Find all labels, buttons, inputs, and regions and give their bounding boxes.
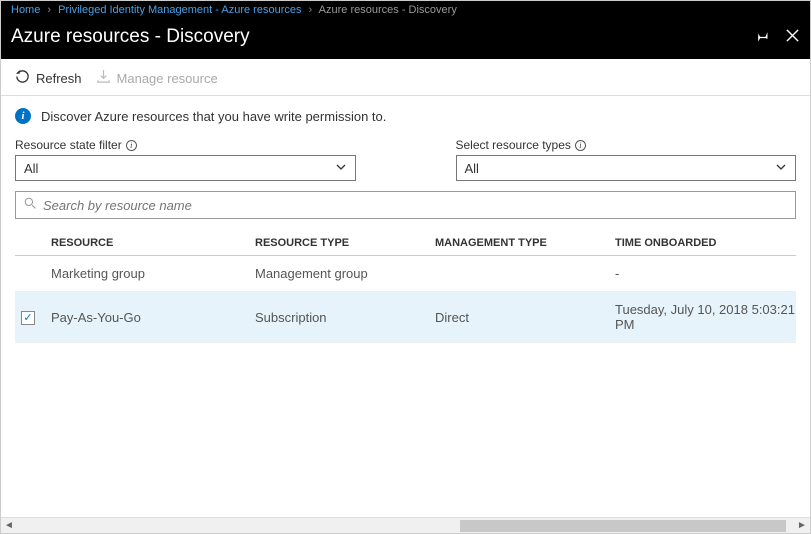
horizontal-scrollbar[interactable]: ◄ ► <box>1 517 810 533</box>
banner-text: Discover Azure resources that you have w… <box>41 109 386 124</box>
breadcrumb: Home › Privileged Identity Management - … <box>1 1 810 19</box>
refresh-label: Refresh <box>36 71 82 86</box>
pin-icon[interactable] <box>754 28 769 46</box>
cell-time: - <box>615 266 796 281</box>
resource-type-filter-select[interactable]: All <box>456 155 797 181</box>
select-value: All <box>465 161 479 176</box>
resource-type-filter-label: Select resource types i <box>456 138 797 152</box>
info-banner: i Discover Azure resources that you have… <box>15 108 796 124</box>
chevron-down-icon <box>775 161 787 176</box>
resource-state-filter-label: Resource state filter i <box>15 138 356 152</box>
scrollbar-thumb[interactable] <box>460 520 786 532</box>
table-header: RESOURCE RESOURCE TYPE MANAGEMENT TYPE T… <box>15 229 796 256</box>
breadcrumb-home[interactable]: Home <box>11 4 40 16</box>
manage-label: Manage resource <box>117 71 218 86</box>
scroll-right-icon[interactable]: ► <box>794 520 810 531</box>
cell-mgmt: Direct <box>435 310 615 325</box>
refresh-button[interactable]: Refresh <box>15 69 82 87</box>
chevron-down-icon <box>335 161 347 176</box>
toolbar: Refresh Manage resource <box>1 59 810 96</box>
info-icon[interactable]: i <box>575 140 586 151</box>
cell-resource: Pay-As-You-Go <box>45 310 255 325</box>
resource-state-filter-select[interactable]: All <box>15 155 356 181</box>
breadcrumb-pim[interactable]: Privileged Identity Management - Azure r… <box>58 4 301 16</box>
col-mgmt[interactable]: MANAGEMENT TYPE <box>435 237 615 249</box>
scroll-left-icon[interactable]: ◄ <box>1 520 17 531</box>
cell-resource: Marketing group <box>45 266 255 281</box>
table-row[interactable]: Marketing groupManagement group - <box>15 256 796 292</box>
page-title: Azure resources - Discovery <box>11 26 250 48</box>
download-icon <box>96 69 111 87</box>
chevron-right-icon: › <box>309 4 313 16</box>
title-bar: Azure resources - Discovery <box>1 19 810 59</box>
search-icon <box>24 197 37 213</box>
col-resource[interactable]: RESOURCE <box>45 237 255 249</box>
col-time[interactable]: TIME ONBOARDED <box>615 237 796 249</box>
chevron-right-icon: › <box>47 4 51 16</box>
select-value: All <box>24 161 38 176</box>
breadcrumb-current: Azure resources - Discovery <box>319 4 457 16</box>
cell-time: Tuesday, July 10, 2018 5:03:21 PM <box>615 302 796 332</box>
search-input[interactable] <box>43 198 787 213</box>
info-icon[interactable]: i <box>126 140 137 151</box>
cell-type: Management group <box>255 266 435 281</box>
refresh-icon <box>15 69 30 87</box>
search-box[interactable] <box>15 191 796 219</box>
col-type[interactable]: RESOURCE TYPE <box>255 237 435 249</box>
info-icon: i <box>15 108 31 124</box>
table-row[interactable]: Pay-As-You-GoSubscriptionDirectTuesday, … <box>15 292 796 343</box>
close-icon[interactable] <box>785 28 800 46</box>
row-checkbox[interactable] <box>21 311 35 325</box>
cell-type: Subscription <box>255 310 435 325</box>
manage-resource-button: Manage resource <box>96 69 218 87</box>
